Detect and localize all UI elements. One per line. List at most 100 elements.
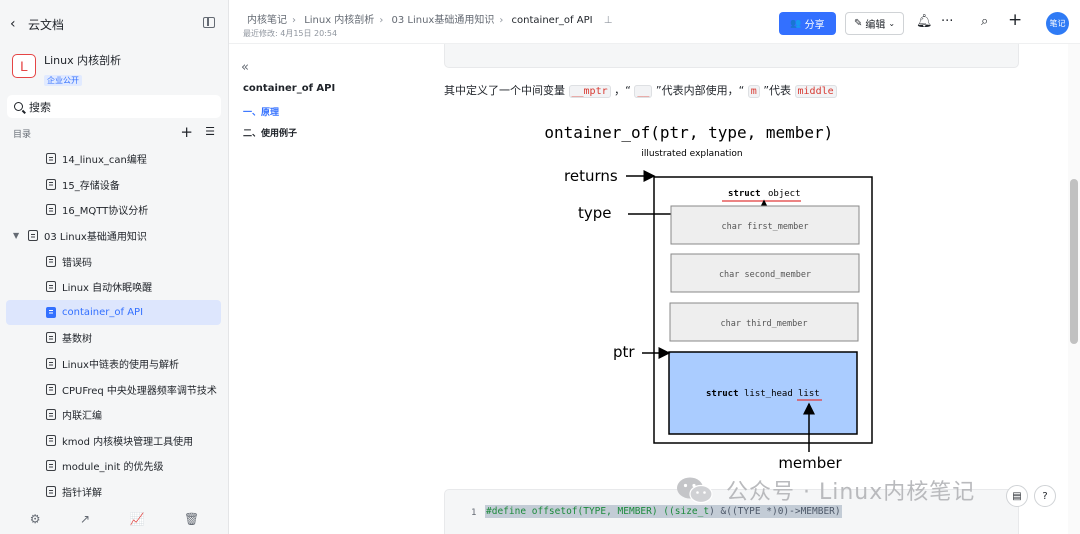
struct-keyword: struct <box>728 189 761 199</box>
inline-code: __ <box>634 85 653 98</box>
field-second-member: char second_member <box>719 270 811 280</box>
help-icon[interactable]: ? <box>1034 485 1056 507</box>
line-number: 1 <box>471 508 477 518</box>
list-name: list <box>798 389 820 399</box>
comment-icon[interactable]: ▤ <box>1006 485 1028 507</box>
pin-icon[interactable]: ⊥ <box>604 15 613 26</box>
users-icon: 👥 <box>790 18 802 29</box>
sidebar-doc-item[interactable]: CPUFreq 中央处理器频率调节技术 <box>6 376 221 402</box>
diagram-subtitle: illustrated explanation <box>641 149 742 159</box>
add-icon[interactable]: + <box>1008 10 1022 30</box>
outline-item[interactable]: 一、原理 <box>243 105 279 118</box>
sidebar-item-label: kmod 内核模块管理工具使用 <box>62 436 194 448</box>
document-icon <box>46 409 56 421</box>
expand-arrow-icon[interactable]: ▼ <box>13 231 19 240</box>
collapse-sidebar-icon[interactable] <box>203 17 215 28</box>
last-edited: 最近修改: 4月15日 20:54 <box>243 29 338 38</box>
kb-logo: L <box>12 54 36 78</box>
container-of-diagram: container_of(ptr, type, member) illustra… <box>544 123 873 472</box>
outline-panel: « container_of API 一、原理 二、使用例子 <box>229 44 429 534</box>
sidebar-doc-item[interactable]: ▼ 03 Linux基础通用知识 <box>6 223 221 249</box>
share-button[interactable]: 👥 分享 <box>779 12 836 35</box>
sidebar-doc-item[interactable]: Linux 自动休眠唤醒 <box>6 274 221 300</box>
sidebar-doc-item[interactable]: 14_linux_can编程 <box>6 146 221 172</box>
sidebar-doc-item[interactable]: 指针详解 <box>6 479 221 505</box>
back-icon[interactable]: ‹ <box>10 16 28 32</box>
chevron-down-icon: ⌄ <box>888 19 896 28</box>
sidebar-item-label: CPUFreq 中央处理器频率调节技术 <box>62 385 217 397</box>
top-bar: 内核笔记 › Linux 内核剖析 › 03 Linux基础通用知识 › contai… <box>229 0 1080 44</box>
back-label[interactable]: 云文档 <box>28 16 64 33</box>
inline-code: __mptr <box>568 85 611 98</box>
stats-icon[interactable]: 📈 <box>130 512 145 526</box>
sidebar-doc-item[interactable]: Linux中链表的使用与解析 <box>6 351 221 377</box>
avatar[interactable]: 笔记 <box>1046 12 1069 35</box>
list-options-icon[interactable]: ☰ <box>205 125 215 138</box>
bell-icon[interactable]: 🔔︎ <box>916 14 933 29</box>
field-third-member: char third_member <box>721 319 808 329</box>
sidebar-item-label: 指针详解 <box>62 488 102 500</box>
more-icon[interactable]: ··· <box>941 14 953 29</box>
pencil-icon: ✎ <box>853 18 863 29</box>
scrollbar[interactable] <box>1068 44 1080 534</box>
settings-icon[interactable]: ⚙ <box>30 512 41 526</box>
diagram-title: container_of(ptr, type, member) <box>544 123 833 142</box>
share-out-icon[interactable]: ↗ <box>80 512 90 526</box>
sidebar-doc-item[interactable]: kmod 内核模块管理工具使用 <box>6 428 221 454</box>
outline-title[interactable]: container_of API <box>243 83 335 94</box>
search-icon[interactable]: ⌕ <box>981 14 988 29</box>
document-icon <box>46 383 56 395</box>
document-icon <box>46 460 56 472</box>
doc-tree: 14_linux_can编程 15_存储设备 16_MQTT协议分析 ▼ 03 Linu… <box>6 146 221 504</box>
document-icon <box>46 178 56 190</box>
breadcrumb-current: container_of API <box>511 15 593 26</box>
document-icon <box>46 153 56 165</box>
inline-code: middle <box>794 85 837 98</box>
search-input[interactable]: 搜索 <box>7 95 221 118</box>
outline-item[interactable]: 二、使用例子 <box>243 126 297 139</box>
sidebar-doc-item[interactable]: container_of API <box>6 299 221 326</box>
sidebar-doc-item[interactable]: 错误码 <box>6 248 221 274</box>
inline-code: m <box>747 85 760 98</box>
type-label: type <box>578 204 612 222</box>
sidebar-doc-item[interactable]: 内联汇编 <box>6 402 221 428</box>
search-icon <box>14 102 23 111</box>
member-label: member <box>778 454 842 472</box>
sidebar-item-label: 内联汇编 <box>62 411 102 423</box>
sidebar-header: ‹ 云文档 <box>10 14 219 34</box>
document-icon <box>46 486 56 498</box>
floating-buttons: ▤ ? <box>1000 485 1056 507</box>
sidebar-doc-item[interactable]: 16_MQTT协议分析 <box>6 197 221 223</box>
document-icon <box>28 230 38 242</box>
sidebar-item-label: Linux 自动休眠唤醒 <box>62 283 153 295</box>
sidebar-item-label: 16_MQTT协议分析 <box>62 206 149 218</box>
document-icon <box>46 358 56 370</box>
search-placeholder: 搜索 <box>29 100 51 114</box>
document-icon <box>46 434 56 446</box>
sidebar-doc-item[interactable]: 基数树 <box>6 325 221 351</box>
add-icon[interactable]: + <box>180 123 193 141</box>
breadcrumb-item[interactable]: 03 Linux基础通用知识 <box>392 15 495 26</box>
knowledge-base[interactable]: L Linux 内核剖析 企业公开 <box>12 54 121 87</box>
wechat-icon <box>677 477 713 504</box>
sidebar-item-label: Linux中链表的使用与解析 <box>62 360 179 372</box>
document-icon <box>46 204 56 216</box>
kb-badge: 企业公开 <box>44 75 82 86</box>
breadcrumb: 内核笔记 › Linux 内核剖析 › 03 Linux基础通用知识 › contai… <box>247 15 613 26</box>
ptr-label: ptr <box>613 343 635 361</box>
edit-button[interactable]: ✎ 编辑 ⌄ <box>845 12 904 35</box>
document-icon <box>46 255 56 267</box>
sidebar-doc-item[interactable]: module_init 的优先级 <box>6 453 221 479</box>
toc-header: 目录 + ☰ <box>13 123 219 141</box>
list-struct-keyword: struct <box>706 389 739 399</box>
sidebar-item-label: 03 Linux基础通用知识 <box>44 232 147 244</box>
breadcrumb-item[interactable]: Linux 内核剖析 <box>304 15 374 26</box>
scrollbar-thumb[interactable] <box>1070 179 1078 344</box>
code-line[interactable]: #define offsetof(TYPE, MEMBER) ((size_t)… <box>485 505 842 518</box>
breadcrumb-item[interactable]: 内核笔记 <box>247 15 287 26</box>
watermark: 公众号 · Linux内核笔记 <box>676 474 975 506</box>
document-icon <box>46 332 56 344</box>
sidebar-doc-item[interactable]: 15_存储设备 <box>6 172 221 198</box>
trash-icon[interactable]: 🗑 <box>184 512 199 526</box>
collapse-outline-icon[interactable]: « <box>241 60 249 75</box>
